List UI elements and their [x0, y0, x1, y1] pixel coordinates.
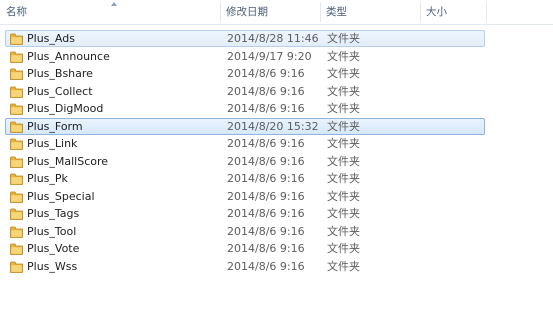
file-type: 文件夹: [327, 207, 360, 220]
file-type: 文件夹: [327, 50, 360, 63]
folder-icon: [10, 156, 23, 168]
file-modified-date: 2014/8/6 9:16: [227, 260, 305, 273]
file-row-plus-digmood[interactable]: Plus_DigMood 2014/8/6 9:16 文件夹: [5, 100, 485, 117]
file-row-plus-link[interactable]: Plus_Link 2014/8/6 9:16 文件夹: [5, 135, 485, 152]
file-modified-date: 2014/8/6 9:16: [227, 190, 305, 203]
file-row-plus-mallscore[interactable]: Plus_MallScore 2014/8/6 9:16 文件夹: [5, 153, 485, 170]
file-modified-date: 2014/8/6 9:16: [227, 207, 305, 220]
file-name: Plus_Tags: [27, 207, 80, 220]
file-modified-date: 2014/8/6 9:16: [227, 242, 305, 255]
file-name: Plus_Bshare: [27, 67, 93, 80]
file-type: 文件夹: [327, 102, 360, 115]
file-type: 文件夹: [327, 32, 360, 45]
column-header-modified[interactable]: 修改日期: [220, 0, 320, 24]
file-row-plus-bshare[interactable]: Plus_Bshare 2014/8/6 9:16 文件夹: [5, 65, 485, 82]
file-row-plus-form[interactable]: Plus_Form 2014/8/20 15:32 文件夹: [5, 118, 485, 135]
file-row-plus-announce[interactable]: Plus_Announce 2014/9/17 9:20 文件夹: [5, 48, 485, 65]
folder-icon: [10, 243, 23, 255]
file-row-plus-pk[interactable]: Plus_Pk 2014/8/6 9:16 文件夹: [5, 170, 485, 187]
column-header-type[interactable]: 类型: [320, 0, 420, 24]
file-name: Plus_Tool: [27, 225, 77, 238]
file-modified-date: 2014/8/6 9:16: [227, 137, 305, 150]
file-modified-date: 2014/9/17 9:20: [227, 50, 312, 63]
folder-icon: [10, 226, 23, 238]
column-header-name[interactable]: 名称: [0, 0, 220, 24]
file-row-plus-special[interactable]: Plus_Special 2014/8/6 9:16 文件夹: [5, 188, 485, 205]
file-type: 文件夹: [327, 260, 360, 273]
file-type: 文件夹: [327, 85, 360, 98]
file-name: Plus_DigMood: [27, 102, 104, 115]
file-type: 文件夹: [327, 120, 360, 133]
file-modified-date: 2014/8/20 15:32: [227, 120, 319, 133]
file-type: 文件夹: [327, 242, 360, 255]
folder-icon: [10, 138, 23, 150]
file-row-plus-wss[interactable]: Plus_Wss 2014/8/6 9:16 文件夹: [5, 258, 485, 275]
file-modified-date: 2014/8/6 9:16: [227, 172, 305, 185]
file-modified-date: 2014/8/6 9:16: [227, 85, 305, 98]
file-type: 文件夹: [327, 225, 360, 238]
file-type: 文件夹: [327, 137, 360, 150]
file-row-plus-tool[interactable]: Plus_Tool 2014/8/6 9:16 文件夹: [5, 223, 485, 240]
file-row-plus-vote[interactable]: Plus_Vote 2014/8/6 9:16 文件夹: [5, 240, 485, 257]
file-type: 文件夹: [327, 190, 360, 203]
file-name: Plus_Collect: [27, 85, 93, 98]
folder-icon: [10, 121, 23, 133]
folder-icon: [10, 68, 23, 80]
file-name: Plus_Announce: [27, 50, 110, 63]
column-header-size[interactable]: 大小: [420, 0, 486, 24]
column-divider[interactable]: [486, 2, 487, 22]
file-type: 文件夹: [327, 67, 360, 80]
file-modified-date: 2014/8/28 11:46: [227, 32, 319, 45]
file-name: Plus_Wss: [27, 260, 78, 273]
file-modified-date: 2014/8/6 9:16: [227, 155, 305, 168]
sort-ascending-icon: [111, 2, 117, 6]
folder-icon: [10, 86, 23, 98]
file-row-plus-collect[interactable]: Plus_Collect 2014/8/6 9:16 文件夹: [5, 83, 485, 100]
file-name: Plus_Pk: [27, 172, 68, 185]
folder-icon: [10, 208, 23, 220]
file-type: 文件夹: [327, 155, 360, 168]
column-header-bar: 名称 修改日期 类型 大小: [0, 0, 553, 25]
folder-icon: [10, 261, 23, 273]
file-name: Plus_Form: [27, 120, 83, 133]
file-name: Plus_Vote: [27, 242, 80, 255]
file-modified-date: 2014/8/6 9:16: [227, 225, 305, 238]
file-row-plus-ads[interactable]: Plus_Ads 2014/8/28 11:46 文件夹: [5, 30, 485, 47]
file-name: Plus_Link: [27, 137, 78, 150]
file-modified-date: 2014/8/6 9:16: [227, 102, 305, 115]
folder-icon: [10, 33, 23, 45]
file-name: Plus_Ads: [27, 32, 75, 45]
file-type: 文件夹: [327, 172, 360, 185]
file-modified-date: 2014/8/6 9:16: [227, 67, 305, 80]
folder-icon: [10, 191, 23, 203]
folder-icon: [10, 173, 23, 185]
folder-icon: [10, 103, 23, 115]
file-row-plus-tags[interactable]: Plus_Tags 2014/8/6 9:16 文件夹: [5, 205, 485, 222]
file-name: Plus_MallScore: [27, 155, 109, 168]
file-name: Plus_Special: [27, 190, 95, 203]
folder-icon: [10, 51, 23, 63]
